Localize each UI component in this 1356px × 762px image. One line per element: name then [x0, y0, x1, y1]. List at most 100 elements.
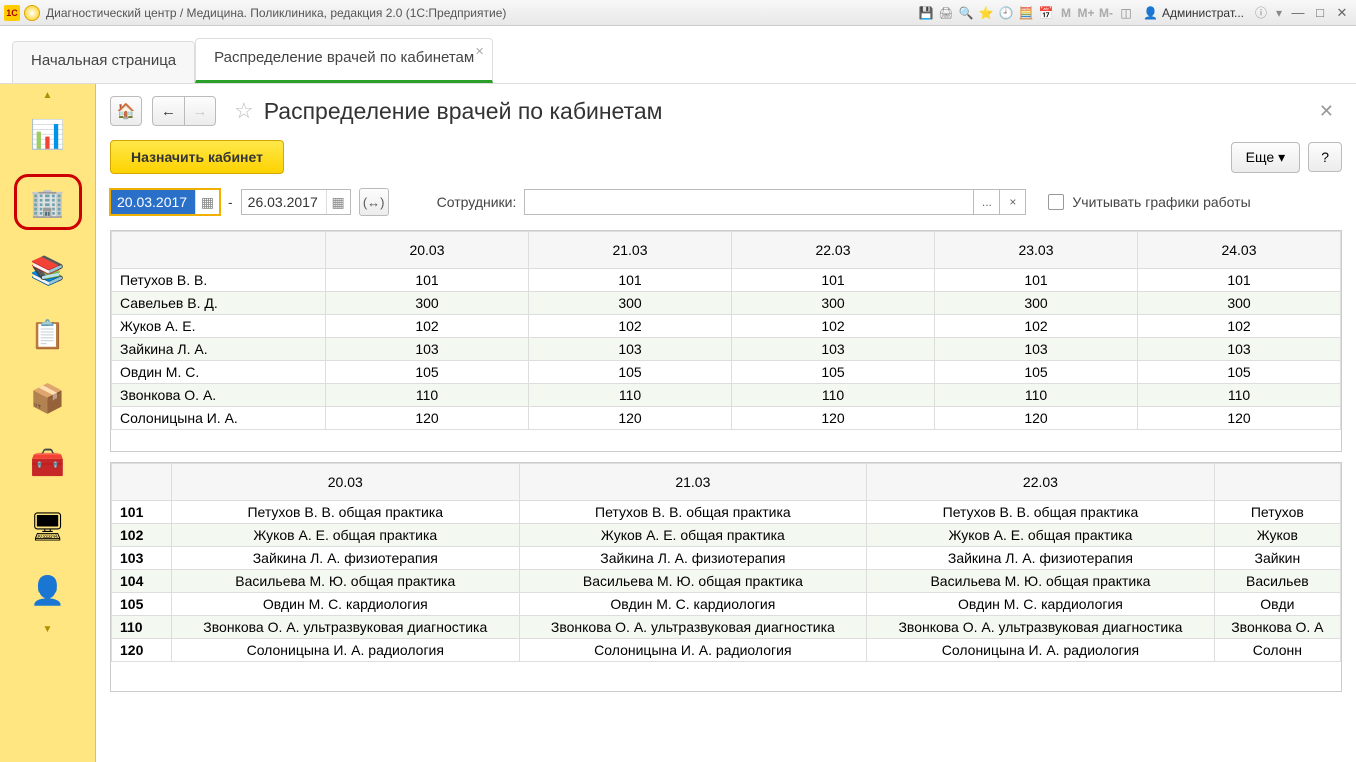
table-row[interactable]: 110Звонкова О. А. ультразвуковая диагнос…: [112, 616, 1341, 639]
assignment-cell[interactable]: Овдин М. С. кардиология: [519, 593, 867, 616]
table-row[interactable]: Зайкина Л. А.103103103103103: [112, 338, 1341, 361]
cabinet-cell[interactable]: 105: [935, 361, 1138, 384]
sidebar-box-icon[interactable]: 📦: [24, 374, 72, 422]
doctors-col-header[interactable]: 22.03: [732, 232, 935, 269]
assignment-cell[interactable]: Солоницына И. А. радиология: [519, 639, 867, 662]
tb-panels-icon[interactable]: ◫: [1117, 4, 1135, 22]
sidebar-person-icon[interactable]: 👤: [24, 566, 72, 614]
table-row[interactable]: Петухов В. В.101101101101101: [112, 269, 1341, 292]
employees-pick-button[interactable]: ...: [974, 189, 1000, 215]
cabinet-cell[interactable]: 101: [935, 269, 1138, 292]
cabinet-number-cell[interactable]: 103: [112, 547, 172, 570]
assignment-cell[interactable]: Жуков А. Е. общая практика: [172, 524, 520, 547]
cabinet-cell[interactable]: 120: [529, 407, 732, 430]
tb-fav-icon[interactable]: ⭐: [977, 4, 995, 22]
cabinets-col-header[interactable]: 21.03: [519, 464, 867, 501]
cabinets-col-header[interactable]: [112, 464, 172, 501]
assignment-cell[interactable]: Звонкова О. А. ультразвуковая диагностик…: [172, 616, 520, 639]
assignment-cell[interactable]: Зайкин: [1214, 547, 1340, 570]
table-row[interactable]: Жуков А. Е.102102102102102: [112, 315, 1341, 338]
sidebar-clipboard-icon[interactable]: 📋: [24, 310, 72, 358]
cabinet-cell[interactable]: 105: [732, 361, 935, 384]
table-row[interactable]: Савельев В. Д.300300300300300: [112, 292, 1341, 315]
nav-back-button[interactable]: ←: [152, 96, 184, 126]
user-block[interactable]: 👤 Администрат...: [1143, 6, 1244, 20]
nav-home-button[interactable]: 🏠: [110, 96, 142, 126]
assignment-cell[interactable]: Зайкина Л. А. физиотерапия: [172, 547, 520, 570]
tb-mplus-icon[interactable]: M+: [1077, 4, 1095, 22]
cabinet-cell[interactable]: 110: [326, 384, 529, 407]
doctor-name-cell[interactable]: Звонкова О. А.: [112, 384, 326, 407]
doctor-name-cell[interactable]: Савельев В. Д.: [112, 292, 326, 315]
cabinet-cell[interactable]: 102: [529, 315, 732, 338]
tb-info-dropdown-icon[interactable]: ▾: [1270, 4, 1288, 22]
window-close-button[interactable]: ✕: [1332, 4, 1352, 22]
sidebar-cashreg-icon[interactable]: 🖥: [24, 502, 72, 550]
tb-save-icon[interactable]: 💾: [917, 4, 935, 22]
assignment-cell[interactable]: Овдин М. С. кардиология: [172, 593, 520, 616]
tb-mminus-icon[interactable]: M-: [1097, 4, 1115, 22]
cabinet-number-cell[interactable]: 110: [112, 616, 172, 639]
window-minimize-button[interactable]: —: [1288, 4, 1308, 22]
cabinet-cell[interactable]: 103: [1138, 338, 1341, 361]
period-button[interactable]: (↔): [359, 188, 389, 216]
doctors-col-header[interactable]: 21.03: [529, 232, 732, 269]
assignment-cell[interactable]: Жуков: [1214, 524, 1340, 547]
table-row[interactable]: 105Овдин М. С. кардиологияОвдин М. С. ка…: [112, 593, 1341, 616]
date-to-calendar-icon[interactable]: ▦: [326, 190, 350, 214]
employees-input[interactable]: [524, 189, 974, 215]
tab-home[interactable]: Начальная страница: [12, 41, 195, 83]
doctors-table-scroll[interactable]: 20.0321.0322.0323.0324.03 Петухов В. В.1…: [110, 230, 1342, 452]
doctor-name-cell[interactable]: Петухов В. В.: [112, 269, 326, 292]
assignment-cell[interactable]: Васильева М. Ю. общая практика: [519, 570, 867, 593]
sidebar-folders-icon[interactable]: 📚: [24, 246, 72, 294]
cabinet-cell[interactable]: 102: [326, 315, 529, 338]
assignment-cell[interactable]: Петухов: [1214, 501, 1340, 524]
tb-m-icon[interactable]: M: [1057, 4, 1075, 22]
assignment-cell[interactable]: Васильева М. Ю. общая практика: [172, 570, 520, 593]
cabinet-cell[interactable]: 101: [529, 269, 732, 292]
cabinet-cell[interactable]: 120: [326, 407, 529, 430]
assignment-cell[interactable]: Зайкина Л. А. физиотерапия: [867, 547, 1215, 570]
assignment-cell[interactable]: Васильев: [1214, 570, 1340, 593]
doctor-name-cell[interactable]: Зайкина Л. А.: [112, 338, 326, 361]
table-row[interactable]: 120Солоницына И. А. радиологияСолоницына…: [112, 639, 1341, 662]
content-close-button[interactable]: ✕: [1311, 97, 1342, 126]
tb-calc-icon[interactable]: 🧮: [1017, 4, 1035, 22]
cabinet-cell[interactable]: 102: [1138, 315, 1341, 338]
table-row[interactable]: Овдин М. С.105105105105105: [112, 361, 1341, 384]
cabinet-cell[interactable]: 105: [1138, 361, 1341, 384]
assignment-cell[interactable]: Овдин М. С. кардиология: [867, 593, 1215, 616]
doctor-name-cell[interactable]: Жуков А. Е.: [112, 315, 326, 338]
assignment-cell[interactable]: Петухов В. В. общая практика: [519, 501, 867, 524]
cabinet-cell[interactable]: 103: [935, 338, 1138, 361]
assignment-cell[interactable]: Звонкова О. А: [1214, 616, 1340, 639]
table-row[interactable]: 104Васильева М. Ю. общая практикаВасилье…: [112, 570, 1341, 593]
table-row[interactable]: 102Жуков А. Е. общая практикаЖуков А. Е.…: [112, 524, 1341, 547]
assignment-cell[interactable]: Звонкова О. А. ультразвуковая диагностик…: [519, 616, 867, 639]
tab-distribution[interactable]: Распределение врачей по кабинетам ✕: [195, 38, 493, 83]
table-row[interactable]: 101Петухов В. В. общая практикаПетухов В…: [112, 501, 1341, 524]
more-button[interactable]: Еще▾: [1231, 142, 1301, 173]
cabinet-cell[interactable]: 103: [529, 338, 732, 361]
cabinet-cell[interactable]: 110: [1138, 384, 1341, 407]
date-from-input[interactable]: [111, 190, 195, 214]
assignment-cell[interactable]: Петухов В. В. общая практика: [172, 501, 520, 524]
cabinet-cell[interactable]: 300: [1138, 292, 1341, 315]
doctor-name-cell[interactable]: Овдин М. С.: [112, 361, 326, 384]
cabinet-cell[interactable]: 102: [732, 315, 935, 338]
cabinet-cell[interactable]: 101: [1138, 269, 1341, 292]
cabinet-cell[interactable]: 300: [935, 292, 1138, 315]
date-to-input[interactable]: [242, 190, 326, 214]
cabinet-number-cell[interactable]: 120: [112, 639, 172, 662]
sidebar-chart-icon[interactable]: 📊: [24, 110, 72, 158]
tb-preview-icon[interactable]: 🔍: [957, 4, 975, 22]
cabinets-col-header[interactable]: 22.03: [867, 464, 1215, 501]
sidebar-scroll-down[interactable]: ▼: [0, 622, 95, 636]
table-row[interactable]: 103Зайкина Л. А. физиотерапияЗайкина Л. …: [112, 547, 1341, 570]
doctors-col-header[interactable]: 23.03: [935, 232, 1138, 269]
assignment-cell[interactable]: Зайкина Л. А. физиотерапия: [519, 547, 867, 570]
date-to-field[interactable]: ▦: [241, 189, 351, 215]
cabinets-col-header[interactable]: [1214, 464, 1340, 501]
cabinet-number-cell[interactable]: 105: [112, 593, 172, 616]
